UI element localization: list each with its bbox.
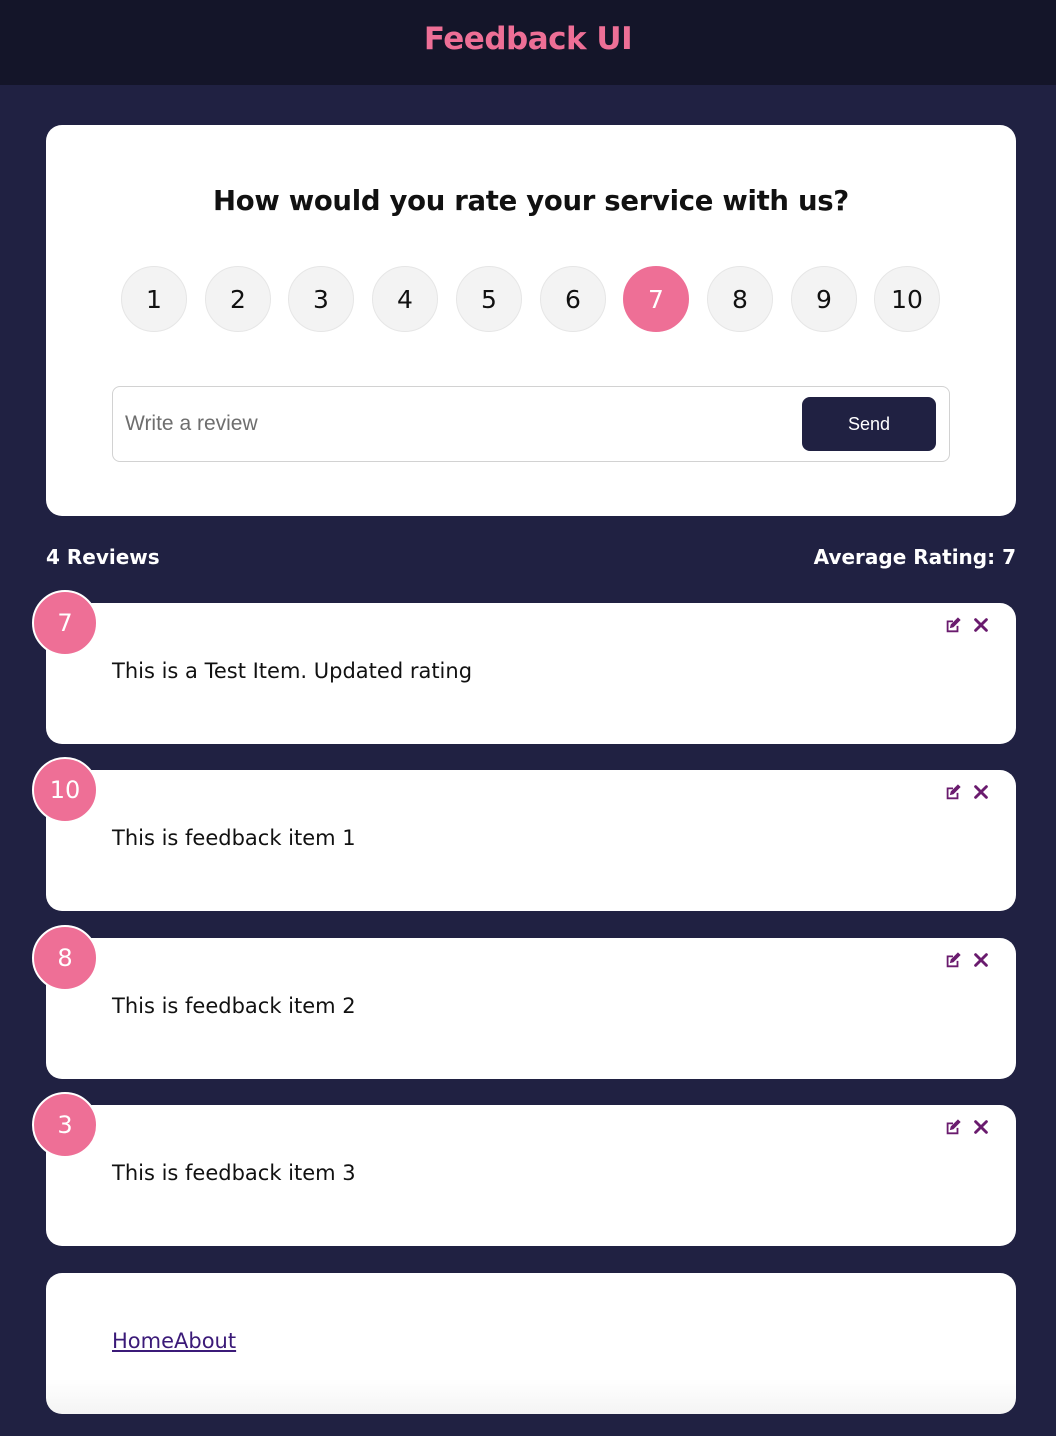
feedback-stats: 4 Reviews Average Rating: 7: [46, 543, 1016, 575]
rating-option-5[interactable]: 5: [456, 266, 522, 332]
rating-selector: 1 2 3 4 5 6 7 8 9 10: [121, 266, 941, 332]
rating-option-2[interactable]: 2: [205, 266, 271, 332]
app-header: Feedback UI: [0, 0, 1056, 85]
about-link[interactable]: About: [174, 1329, 236, 1353]
feedback-item-text: This is feedback item 3: [112, 1161, 356, 1185]
footer-card: HomeAbout: [46, 1273, 1016, 1414]
item-rating-badge: 8: [32, 925, 98, 991]
close-icon[interactable]: [972, 783, 990, 801]
rating-option-3[interactable]: 3: [288, 266, 354, 332]
review-count: 4 Reviews: [46, 545, 160, 569]
average-rating: Average Rating: 7: [813, 545, 1016, 569]
rating-option-1[interactable]: 1: [121, 266, 187, 332]
feedback-item: This is feedback item 1: [46, 770, 1016, 911]
send-button[interactable]: Send: [802, 397, 936, 451]
rating-option-6[interactable]: 6: [540, 266, 606, 332]
close-icon[interactable]: [972, 616, 990, 634]
edit-icon[interactable]: [944, 616, 962, 634]
edit-icon[interactable]: [944, 951, 962, 969]
close-icon[interactable]: [972, 951, 990, 969]
feedback-item-text: This is a Test Item. Updated rating: [112, 659, 473, 683]
edit-icon[interactable]: [944, 783, 962, 801]
close-icon[interactable]: [972, 1118, 990, 1136]
rating-option-4[interactable]: 4: [372, 266, 438, 332]
home-link[interactable]: Home: [112, 1329, 174, 1353]
feedback-form-card: How would you rate your service with us?…: [46, 125, 1016, 516]
footer-links: HomeAbout: [112, 1329, 236, 1353]
rating-option-7[interactable]: 7: [623, 266, 689, 332]
item-rating-badge: 3: [32, 1092, 98, 1158]
review-input[interactable]: [125, 401, 795, 447]
app-title: Feedback UI: [423, 20, 633, 57]
rating-option-9[interactable]: 9: [791, 266, 857, 332]
feedback-item-text: This is feedback item 1: [112, 826, 356, 850]
edit-icon[interactable]: [944, 1118, 962, 1136]
feedback-item: This is feedback item 2: [46, 938, 1016, 1079]
rating-option-10[interactable]: 10: [874, 266, 940, 332]
review-input-group: Send: [112, 386, 950, 462]
feedback-item: This is a Test Item. Updated rating: [46, 603, 1016, 744]
form-title: How would you rate your service with us?: [213, 185, 849, 217]
feedback-item: This is feedback item 3: [46, 1105, 1016, 1246]
rating-option-8[interactable]: 8: [707, 266, 773, 332]
feedback-item-text: This is feedback item 2: [112, 994, 356, 1018]
item-rating-badge: 7: [32, 590, 98, 656]
item-rating-badge: 10: [32, 757, 98, 823]
